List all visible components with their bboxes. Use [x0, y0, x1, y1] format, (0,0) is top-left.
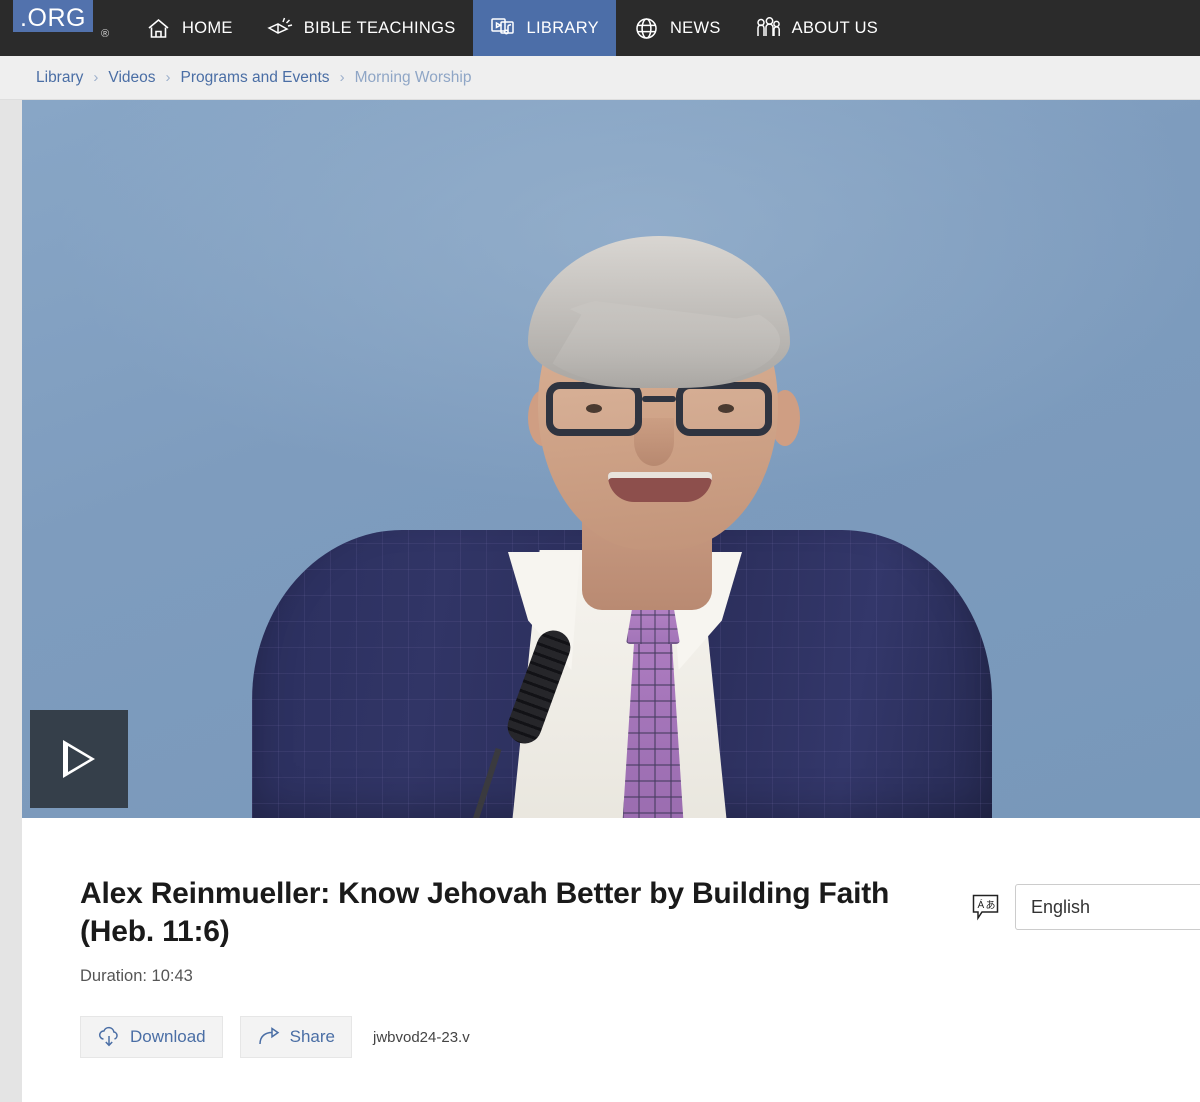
breadcrumb-separator-icon: ›	[93, 69, 99, 86]
globe-icon	[633, 15, 660, 41]
video-poster-image	[22, 100, 1200, 818]
nav-item-bible-teachings-label: BIBLE TEACHINGS	[303, 18, 456, 37]
action-button-row: Download Share jwbvod24-23.v	[80, 1016, 470, 1058]
top-navigation-bar: .ORG ® HOME BIBLE TEACHINGS LIBRARY NEWS…	[0, 0, 1200, 56]
nav-item-list: HOME BIBLE TEACHINGS LIBRARY NEWS ABOUT …	[128, 0, 895, 56]
language-select-value: English	[1031, 896, 1091, 917]
nav-item-about-us-label: ABOUT US	[791, 18, 879, 37]
poster-eye-right	[718, 404, 734, 413]
breadcrumb: Library › Videos › Programs and Events ›…	[0, 56, 1200, 100]
video-details-panel: Alex Reinmueller: Know Jehovah Better by…	[22, 818, 1200, 1102]
publication-code: jwbvod24-23.v	[372, 1028, 470, 1046]
breadcrumb-separator-icon: ›	[165, 69, 171, 86]
people-icon	[755, 15, 782, 41]
share-button-label: Share	[289, 1027, 335, 1046]
language-bubble-icon: Á あ	[970, 892, 1001, 923]
nav-item-news-label: NEWS	[669, 18, 721, 37]
cloud-download-icon	[97, 1026, 121, 1048]
video-duration: Duration: 10:43	[80, 966, 193, 985]
site-logo-text: .ORG	[20, 4, 86, 32]
svg-text:あ: あ	[986, 899, 996, 911]
video-heading-group: Alex Reinmueller: Know Jehovah Better by…	[80, 875, 925, 986]
nav-item-library[interactable]: LIBRARY	[472, 0, 616, 56]
nav-item-news[interactable]: NEWS	[616, 0, 738, 56]
nav-item-library-label: LIBRARY	[526, 18, 599, 37]
language-selector-group: Á あ English	[970, 884, 1200, 930]
download-button[interactable]: Download	[80, 1016, 223, 1058]
poster-hair	[528, 236, 790, 388]
poster-glasses-bridge	[642, 396, 676, 402]
video-player[interactable]	[22, 100, 1200, 818]
open-book-icon	[267, 15, 294, 41]
share-arrow-icon	[257, 1026, 281, 1048]
poster-glasses	[546, 382, 772, 440]
nav-item-home[interactable]: HOME	[128, 0, 250, 56]
nav-item-about-us[interactable]: ABOUT US	[738, 0, 895, 56]
page-root: .ORG ® HOME BIBLE TEACHINGS LIBRARY NEWS…	[0, 0, 1200, 1102]
breadcrumb-item-videos[interactable]: Videos	[108, 69, 155, 87]
home-icon	[145, 15, 172, 41]
play-triangle-icon	[63, 740, 95, 778]
media-library-icon	[490, 15, 517, 41]
play-button[interactable]	[30, 710, 128, 808]
poster-eye-left	[586, 404, 602, 413]
page-title: Alex Reinmueller: Know Jehovah Better by…	[80, 877, 890, 949]
language-select[interactable]: English	[1015, 884, 1200, 930]
breadcrumb-item-morning-worship: Morning Worship	[354, 68, 472, 86]
svg-text:Á: Á	[978, 898, 985, 911]
breadcrumb-separator-icon: ›	[339, 69, 345, 86]
breadcrumb-item-programs-and-events[interactable]: Programs and Events	[181, 69, 330, 87]
nav-item-bible-teachings[interactable]: BIBLE TEACHINGS	[250, 0, 473, 56]
nav-item-home-label: HOME	[182, 18, 233, 37]
download-button-label: Download	[130, 1027, 206, 1046]
poster-mouth	[608, 472, 712, 502]
registered-trademark-mark: ®	[101, 28, 110, 40]
share-button[interactable]: Share	[239, 1016, 352, 1058]
page-left-gutter	[0, 100, 22, 1102]
site-logo[interactable]: .ORG	[13, 0, 93, 32]
breadcrumb-item-library[interactable]: Library	[36, 69, 83, 87]
